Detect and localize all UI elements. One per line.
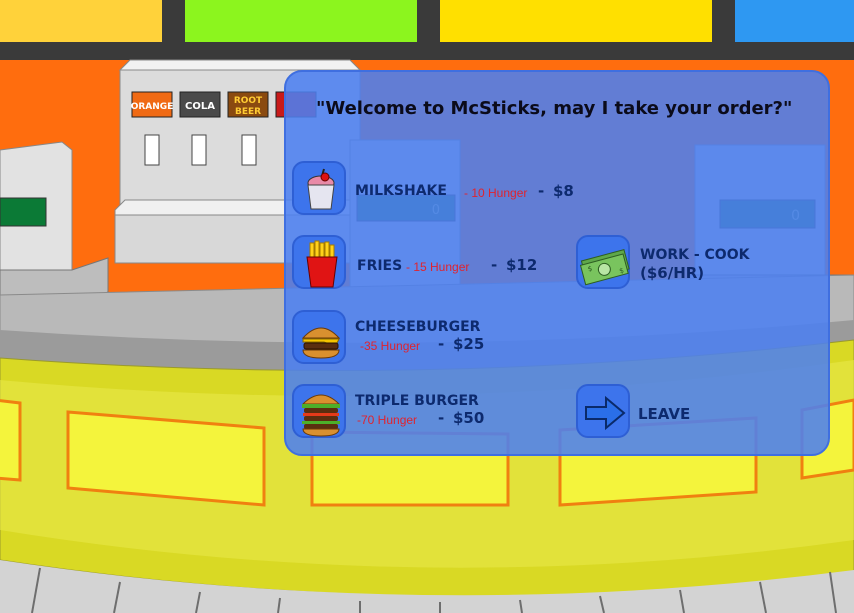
banner-blue (735, 0, 854, 42)
svg-text:BEER: BEER (235, 107, 261, 117)
triple-burger-price: $50 (453, 409, 485, 427)
triple-burger-price-dash: - (438, 409, 445, 427)
fries-hunger: - 15 Hunger (406, 260, 470, 274)
banner-yellow-left (0, 0, 162, 42)
milkshake-price: $8 (553, 182, 574, 200)
milkshake-name: MILKSHAKE (355, 183, 447, 199)
money-icon: $ $ (579, 249, 630, 286)
work-cook-label: WORK - COOK (640, 247, 750, 263)
soda-label-cola: COLA (185, 101, 215, 112)
svg-text:ROOT: ROOT (234, 96, 263, 106)
work-cook-rate: ($6/HR) (640, 264, 705, 282)
milkshake-hunger: - 10 Hunger (464, 186, 528, 200)
fries-price-dash: - (491, 256, 498, 274)
triple-burger-hunger: -70 Hunger (357, 413, 418, 427)
cheeseburger-price-dash: - (438, 335, 445, 353)
triple-burger-name: TRIPLE BURGER (355, 393, 479, 409)
milkshake-price-dash: - (538, 182, 545, 200)
triple-burger-button[interactable] (292, 384, 346, 438)
cheeseburger-hunger: -35 Hunger (360, 339, 421, 353)
cheeseburger-name: CHEESEBURGER (355, 319, 481, 335)
dialog-title: "Welcome to McSticks, may I take your or… (316, 98, 793, 119)
fries-name: FRIES (357, 258, 403, 274)
milkshake-button[interactable] (292, 161, 346, 215)
work-cook-button[interactable]: $ $ (576, 235, 630, 289)
triple-burger-icon (301, 394, 341, 437)
banner-yellow (440, 0, 712, 42)
soda-label-orange: ORANGE (131, 102, 174, 112)
cheeseburger-icon (301, 327, 341, 359)
cheeseburger-price: $25 (453, 335, 485, 353)
banner-green (185, 0, 417, 42)
leave-label: LEAVE (638, 405, 691, 423)
milkshake-icon (307, 168, 335, 210)
cheeseburger-button[interactable] (292, 310, 346, 364)
fries-price: $12 (506, 256, 538, 274)
arrow-right-icon (585, 395, 626, 431)
fries-icon (306, 240, 338, 288)
fries-button[interactable] (292, 235, 346, 289)
leave-button[interactable] (576, 384, 630, 438)
